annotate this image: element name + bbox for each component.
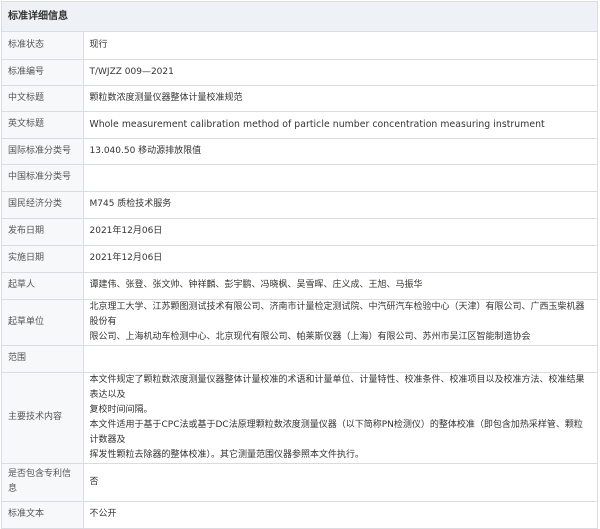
value-status: 现行 xyxy=(83,32,597,60)
value-number: T/WJZZ 009—2021 xyxy=(83,59,597,86)
label-ics: 国际标准分类号 xyxy=(2,138,84,165)
label-patent: 是否包含专利信息 xyxy=(2,463,84,502)
row-en-title: 英文标题 Whole measurement calibration metho… xyxy=(2,111,597,139)
label-text: 标准文本 xyxy=(2,501,84,528)
value-patent: 否 xyxy=(83,463,597,502)
standard-detail-panel: 标准详细信息 标准状态 现行 标准编号 T/WJZZ 009—2021 中文标题… xyxy=(1,1,598,529)
value-cn-title: 颗粒数浓度测量仪器整体计量校准规范 xyxy=(83,85,597,112)
row-ccs: 中国标准分类号 xyxy=(2,164,597,192)
row-ics: 国际标准分类号 13.040.50 移动源排放限值 xyxy=(2,138,597,165)
row-drafters: 起草人 谭建伟、张登、张文帅、钟祥麟、彭宇鹏、冯晓枫、吴雪晖、庄义成、王旭、马振… xyxy=(2,272,597,300)
value-scope xyxy=(83,345,597,373)
label-drafters: 起草人 xyxy=(2,272,84,300)
value-ccs xyxy=(83,164,597,192)
panel-title: 标准详细信息 xyxy=(2,2,597,32)
row-publish-date: 发布日期 2021年12月06日 xyxy=(2,218,597,246)
value-economy: M745 质检技术服务 xyxy=(83,191,597,219)
row-units: 起草单位 北京理工大学、江苏颗图测试技术有限公司、济南市计量检定测试院、中汽研汽… xyxy=(2,299,597,346)
units-line: 限公司、上海机动车检测中心、北京现代有限公司、帕莱斯仪器（上海）有限公司、苏州市… xyxy=(89,331,531,342)
label-scope: 范围 xyxy=(2,345,84,373)
value-units: 北京理工大学、江苏颗图测试技术有限公司、济南市计量检定测试院、中汽研汽车检验中心… xyxy=(83,299,597,346)
value-tech: 本文件规定了颗粒数浓度测量仪器整体计量校准的术语和计量单位、计量特性、校准条件、… xyxy=(83,372,597,464)
label-en-title: 英文标题 xyxy=(2,111,84,139)
label-status: 标准状态 xyxy=(2,32,84,60)
label-ccs: 中国标准分类号 xyxy=(2,164,84,192)
label-implement-date: 实施日期 xyxy=(2,245,84,273)
row-patent: 是否包含专利信息 否 xyxy=(2,463,597,502)
row-economy: 国民经济分类 M745 质检技术服务 xyxy=(2,191,597,219)
value-text: 不公开 xyxy=(89,509,117,520)
label-cn-title: 中文标题 xyxy=(2,85,84,112)
label-economy: 国民经济分类 xyxy=(2,191,84,219)
row-implement-date: 实施日期 2021年12月06日 xyxy=(2,245,597,273)
units-line: 北京理工大学、江苏颗图测试技术有限公司、济南市计量检定测试院、中汽研汽车检验中心… xyxy=(89,301,585,327)
value-publish-date: 2021年12月06日 xyxy=(83,218,597,246)
tech-line: 复校时间间隔。 xyxy=(89,404,153,415)
standard-detail-table: 标准状态 现行 标准编号 T/WJZZ 009—2021 中文标题 颗粒数浓度测… xyxy=(2,32,597,528)
label-number: 标准编号 xyxy=(2,59,84,86)
value-drafters: 谭建伟、张登、张文帅、钟祥麟、彭宇鹏、冯晓枫、吴雪晖、庄义成、王旭、马振华 xyxy=(83,272,597,300)
label-units: 起草单位 xyxy=(2,299,84,346)
tech-line: 本文件适用于基于CPC法或基于DC法原理颗粒数浓度测量仪器（以下简称PN检测仪）… xyxy=(89,419,583,445)
row-cn-title: 中文标题 颗粒数浓度测量仪器整体计量校准规范 xyxy=(2,85,597,112)
tech-line: 本文件规定了颗粒数浓度测量仪器整体计量校准的术语和计量单位、计量特性、校准条件、… xyxy=(89,374,585,400)
row-text: 标准文本 不公开 xyxy=(2,501,597,528)
row-tech: 主要技术内容 本文件规定了颗粒数浓度测量仪器整体计量校准的术语和计量单位、计量特… xyxy=(2,372,597,464)
tech-line: 挥发性颗粒去除器的整体校准）。其它测量范围仪器参照本文件执行。 xyxy=(89,449,365,460)
value-en-title: Whole measurement calibration method of … xyxy=(83,111,597,139)
value-implement-date: 2021年12月06日 xyxy=(83,245,597,273)
label-tech: 主要技术内容 xyxy=(2,372,84,464)
row-scope: 范围 xyxy=(2,345,597,373)
label-publish-date: 发布日期 xyxy=(2,218,84,246)
row-number: 标准编号 T/WJZZ 009—2021 xyxy=(2,59,597,86)
row-status: 标准状态 现行 xyxy=(2,32,597,60)
value-ics: 13.040.50 移动源排放限值 xyxy=(83,138,597,165)
